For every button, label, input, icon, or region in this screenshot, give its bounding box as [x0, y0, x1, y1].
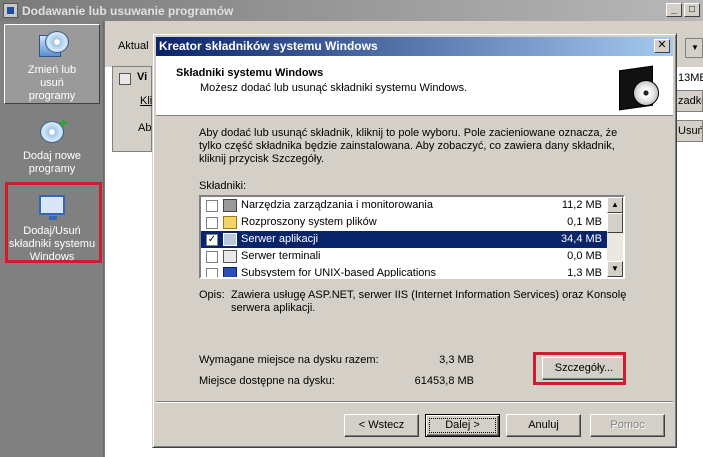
- description-label: Opis:: [199, 289, 225, 301]
- scroll-thumb[interactable]: [607, 213, 623, 233]
- component-checkbox[interactable]: [206, 251, 218, 263]
- description-text: Zawiera usługę ASP.NET, serwer IIS (Inte…: [231, 289, 627, 314]
- dialog-title: Kreator składników systemu Windows: [159, 39, 378, 53]
- sidebar-item-label: Dodaj/Usuń składniki systemu Windows: [8, 225, 96, 263]
- support-link[interactable]: Kli: [140, 95, 152, 107]
- next-button[interactable]: Dalej >: [425, 414, 500, 437]
- list-item[interactable]: ✓ Serwer aplikacji 34,4 MB: [201, 231, 608, 248]
- disk-required-value: 3,3 MB: [439, 354, 474, 366]
- intro-text: Aby dodać lub usunąć składnik, kliknij t…: [199, 127, 618, 165]
- list-item[interactable]: Narzędzia zarządzania i monitorowania 11…: [201, 197, 608, 214]
- help-button[interactable]: Pomoc: [590, 414, 665, 437]
- sidebar-item-windows-components[interactable]: Dodaj/Usuń składniki systemu Windows: [4, 186, 100, 263]
- dialog-header: Składniki systemu Windows Możesz dodać l…: [156, 56, 673, 116]
- component-checkbox[interactable]: ✓: [206, 234, 218, 246]
- scroll-down-icon[interactable]: ▼: [607, 261, 623, 277]
- close-button[interactable]: ✕: [654, 39, 670, 53]
- component-checkbox[interactable]: [206, 217, 218, 229]
- sort-label: Aktual: [118, 40, 149, 52]
- back-button[interactable]: < Wstecz: [344, 414, 419, 437]
- parent-window-titlebar: Dodawanie lub usuwanie programów _ □: [0, 0, 703, 21]
- selected-program-panel[interactable]: Vi Kli Ab: [112, 66, 152, 152]
- task-sidebar: Zmień lub usuń programy + Dodaj nowe pro…: [0, 21, 104, 457]
- wizard-box-icon: [613, 62, 661, 112]
- disk-free-value: 61453,8 MB: [414, 375, 474, 387]
- chevron-down-icon: ▼: [691, 43, 699, 52]
- sort-dropdown[interactable]: ▼: [685, 38, 703, 58]
- cancel-button[interactable]: Anuluj: [506, 414, 581, 437]
- cd-box-icon: [36, 31, 69, 61]
- remove-button[interactable]: Usuń: [674, 120, 703, 142]
- maximize-button[interactable]: □: [684, 3, 700, 17]
- sidebar-item-change-remove[interactable]: Zmień lub usuń programy: [4, 24, 100, 104]
- program-size: 13MB: [678, 72, 703, 84]
- list-item[interactable]: Rozproszony system plików 0,1 MB: [201, 214, 608, 231]
- dialog-separator: [156, 401, 673, 403]
- terminal-icon: [223, 250, 237, 263]
- sidebar-item-label: Zmień lub usuń programy: [27, 64, 77, 102]
- add-remove-programs-icon: [3, 3, 18, 18]
- sidebar-item-add-new[interactable]: + Dodaj nowe programy: [4, 111, 100, 181]
- component-checkbox[interactable]: [206, 268, 218, 277]
- header-title: Składniki systemu Windows: [176, 67, 324, 79]
- server-icon: [223, 233, 237, 246]
- disk-required-label: Wymagane miejsce na dysku razem:: [199, 354, 379, 366]
- unix-icon: [223, 267, 237, 277]
- change-button[interactable]: zadko: [674, 90, 703, 112]
- dialog-titlebar: Kreator składników systemu Windows ✕: [156, 37, 673, 56]
- component-checkbox[interactable]: [206, 200, 218, 212]
- list-scrollbar[interactable]: ▲ ▼: [607, 197, 623, 277]
- details-button[interactable]: Szczegóły...: [542, 357, 626, 380]
- windows-components-icon: [36, 192, 68, 222]
- disk-free-label: Miejsce dostępne na dysku:: [199, 375, 335, 387]
- parent-window-title: Dodawanie lub usuwanie programów: [22, 3, 234, 18]
- program-subtext: Ab: [138, 122, 152, 134]
- sidebar-item-label: Dodaj nowe programy: [22, 150, 82, 175]
- folder-icon: [223, 216, 237, 229]
- header-subtitle: Możesz dodać lub usunąć składniki system…: [200, 82, 468, 94]
- components-list[interactable]: Narzędzia zarządzania i monitorowania 11…: [199, 195, 625, 279]
- components-label: Składniki:: [199, 180, 247, 192]
- components-wizard-dialog: Kreator składników systemu Windows ✕ Skł…: [152, 33, 677, 448]
- dialog-body: Aby dodać lub usunąć składnik, kliknij t…: [156, 117, 673, 407]
- cd-add-icon: +: [36, 116, 68, 147]
- scroll-up-icon[interactable]: ▲: [607, 197, 623, 213]
- tools-icon: [223, 199, 237, 212]
- list-item[interactable]: Subsystem for UNIX-based Applications 1,…: [201, 265, 608, 277]
- program-icon: [119, 73, 131, 85]
- minimize-button[interactable]: _: [666, 3, 682, 17]
- list-item[interactable]: Serwer terminali 0,0 MB: [201, 248, 608, 265]
- program-title: Vi: [137, 71, 148, 83]
